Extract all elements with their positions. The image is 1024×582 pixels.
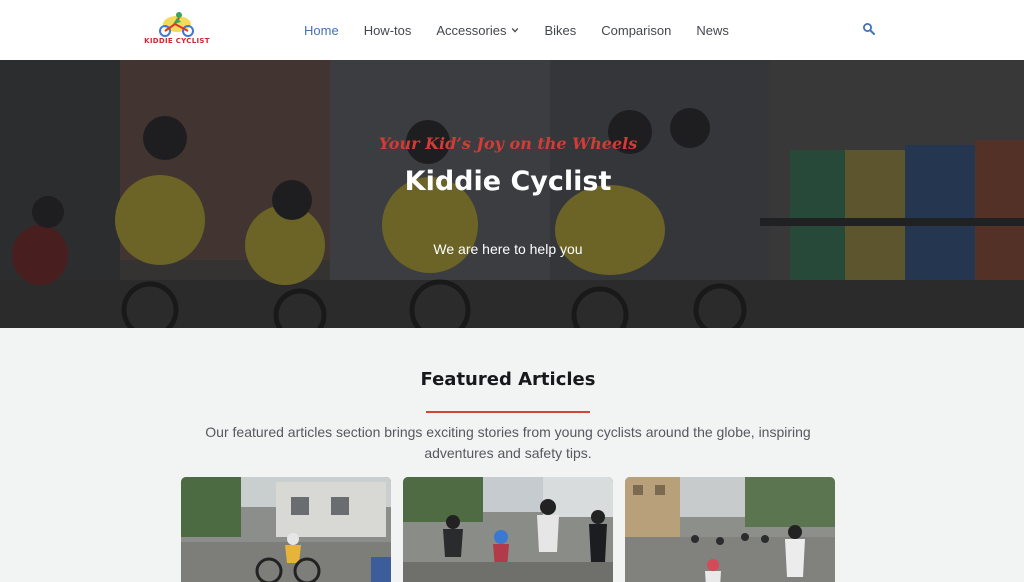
- article-card-image: [625, 477, 835, 582]
- site-logo[interactable]: KIDDIE CYCLIST: [143, 10, 211, 50]
- main-nav: Home How-tos Accessories Bikes Compariso…: [304, 0, 754, 60]
- nav-item-comparison[interactable]: Comparison: [601, 23, 671, 38]
- nav-item-accessories[interactable]: Accessories: [436, 23, 519, 38]
- search-icon[interactable]: [862, 22, 876, 36]
- hero-subtitle: We are here to help you: [433, 241, 583, 257]
- featured-articles-title: Featured Articles: [420, 369, 596, 390]
- featured-article-cards: [181, 477, 836, 582]
- nav-item-bikes[interactable]: Bikes: [544, 23, 576, 38]
- article-card[interactable]: [403, 477, 613, 582]
- site-header: KIDDIE CYCLIST Home How-tos Accessories …: [0, 0, 1024, 60]
- hero-banner: Your Kid’s Joy on the Wheels Kiddie Cycl…: [0, 60, 1024, 328]
- nav-item-label: Comparison: [601, 22, 672, 38]
- article-card-image: [403, 477, 613, 582]
- hero-title: Kiddie Cyclist: [404, 166, 612, 197]
- nav-item-news[interactable]: News: [696, 23, 729, 38]
- featured-articles-description: Our featured articles section brings exc…: [205, 424, 811, 461]
- section-divider: [426, 411, 590, 413]
- nav-item-label: Accessories: [436, 22, 507, 38]
- nav-item-how-tos[interactable]: How-tos: [364, 23, 412, 38]
- article-card[interactable]: [625, 477, 835, 582]
- article-card[interactable]: [181, 477, 391, 582]
- nav-item-label: How-tos: [363, 22, 412, 38]
- nav-item-label: Home: [304, 22, 339, 38]
- chevron-down-icon: [512, 27, 519, 33]
- nav-item-home[interactable]: Home: [304, 23, 339, 38]
- nav-item-label: News: [696, 22, 729, 38]
- article-card-image: [181, 477, 391, 582]
- logo-text: KIDDIE CYCLIST: [144, 37, 210, 45]
- logo-cyclist-icon: [159, 12, 194, 37]
- nav-item-label: Bikes: [544, 22, 577, 38]
- hero-tagline: Your Kid’s Joy on the Wheels: [378, 134, 638, 153]
